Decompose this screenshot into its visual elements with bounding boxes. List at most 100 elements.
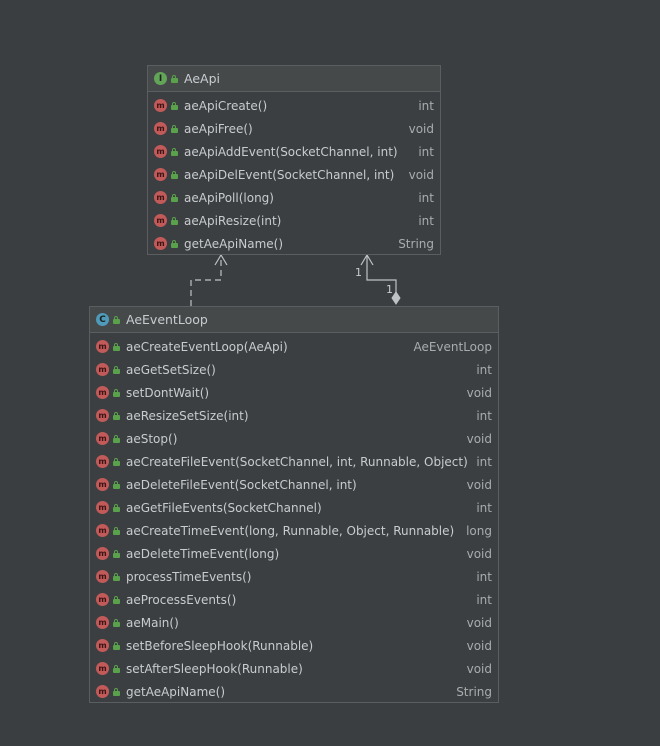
method-name: getAeApiName() bbox=[184, 236, 284, 251]
public-visibility-icon bbox=[113, 687, 120, 696]
method-return-type: String bbox=[456, 684, 492, 699]
method-return-type: int bbox=[476, 592, 492, 607]
method-name: aeApiAddEvent(SocketChannel, int) bbox=[184, 144, 398, 159]
method-row[interactable]: m aeApiAddEvent(SocketChannel, int) int bbox=[148, 140, 440, 163]
interface-icon: I bbox=[154, 72, 167, 85]
method-row[interactable]: m aeApiDelEvent(SocketChannel, int) void bbox=[148, 163, 440, 186]
method-name: processTimeEvents() bbox=[126, 569, 252, 584]
class-methods: m aeCreateEventLoop(AeApi) AeEventLoop m aeG… bbox=[90, 333, 498, 703]
class-box-aeeventloop[interactable]: C AeEventLoop m aeCreateEventLoop(AeApi) A… bbox=[89, 306, 499, 703]
method-return-type: long bbox=[466, 523, 492, 538]
method-row[interactable]: m aeCreateFileEvent(SocketChannel, int, R… bbox=[90, 450, 498, 473]
method-name: aeGetFileEvents(SocketChannel) bbox=[126, 500, 322, 515]
method-return-type: void bbox=[408, 121, 434, 136]
method-name: aeCreateEventLoop(AeApi) bbox=[126, 339, 288, 354]
method-icon: m bbox=[154, 145, 167, 158]
method-row[interactable]: m aeApiFree() void bbox=[148, 117, 440, 140]
method-row[interactable]: m aeDeleteFileEvent(SocketChannel, int) vo… bbox=[90, 473, 498, 496]
method-return-type: int bbox=[418, 144, 434, 159]
public-visibility-icon bbox=[113, 641, 120, 650]
method-icon: m bbox=[96, 409, 109, 422]
aggregation-diamond bbox=[391, 291, 401, 305]
method-row[interactable]: m aeApiCreate() int bbox=[148, 94, 440, 117]
method-icon: m bbox=[96, 593, 109, 606]
method-name: setDontWait() bbox=[126, 385, 210, 400]
method-return-type: void bbox=[408, 167, 434, 182]
method-name: aeApiPoll(long) bbox=[184, 190, 274, 205]
method-name: aeStop() bbox=[126, 431, 178, 446]
method-name: aeApiDelEvent(SocketChannel, int) bbox=[184, 167, 395, 182]
method-name: aeCreateTimeEvent(long, Runnable, Object… bbox=[126, 523, 455, 538]
method-row[interactable]: m aeGetFileEvents(SocketChannel) int bbox=[90, 496, 498, 519]
method-name: aeDeleteFileEvent(SocketChannel, int) bbox=[126, 477, 357, 492]
public-visibility-icon bbox=[113, 315, 120, 324]
multiplicity-label-target: 1 bbox=[355, 266, 362, 279]
interface-methods: m aeApiCreate() int m aeApiFree() void m aeApiA… bbox=[148, 92, 440, 255]
public-visibility-icon bbox=[113, 664, 120, 673]
method-row[interactable]: m aeCreateTimeEvent(long, Runnable, Objec… bbox=[90, 519, 498, 542]
method-row[interactable]: m getAeApiName() String bbox=[90, 680, 498, 703]
class-header: C AeEventLoop bbox=[90, 307, 498, 333]
method-icon: m bbox=[96, 432, 109, 445]
method-icon: m bbox=[154, 99, 167, 112]
multiplicity-label-source: 1 bbox=[386, 283, 393, 296]
public-visibility-icon bbox=[171, 124, 178, 133]
method-row[interactable]: m processTimeEvents() int bbox=[90, 565, 498, 588]
method-icon: m bbox=[96, 478, 109, 491]
interface-box-aeapi[interactable]: I AeApi m aeApiCreate() int m aeApiFree() voi… bbox=[147, 65, 441, 255]
public-visibility-icon bbox=[113, 549, 120, 558]
method-name: aeDeleteTimeEvent(long) bbox=[126, 546, 280, 561]
method-icon: m bbox=[154, 237, 167, 250]
method-row[interactable]: m setAfterSleepHook(Runnable) void bbox=[90, 657, 498, 680]
method-return-type: int bbox=[476, 569, 492, 584]
method-return-type: void bbox=[466, 546, 492, 561]
method-name: getAeApiName() bbox=[126, 684, 226, 699]
method-icon: m bbox=[96, 501, 109, 514]
method-return-type: void bbox=[466, 431, 492, 446]
method-row[interactable]: m aeApiPoll(long) int bbox=[148, 186, 440, 209]
method-row[interactable]: m aeStop() void bbox=[90, 427, 498, 450]
method-row[interactable]: m aeDeleteTimeEvent(long) void bbox=[90, 542, 498, 565]
method-return-type: void bbox=[466, 638, 492, 653]
method-icon: m bbox=[96, 685, 109, 698]
method-icon: m bbox=[96, 570, 109, 583]
public-visibility-icon bbox=[171, 101, 178, 110]
method-name: aeApiFree() bbox=[184, 121, 253, 136]
method-icon: m bbox=[154, 191, 167, 204]
method-icon: m bbox=[96, 340, 109, 353]
public-visibility-icon bbox=[113, 572, 120, 581]
method-row[interactable]: m aeGetSetSize() int bbox=[90, 358, 498, 381]
method-icon: m bbox=[96, 386, 109, 399]
method-name: aeResizeSetSize(int) bbox=[126, 408, 249, 423]
class-icon: C bbox=[96, 313, 109, 326]
public-visibility-icon bbox=[113, 618, 120, 627]
method-return-type: int bbox=[418, 213, 434, 228]
method-row[interactable]: m aeMain() void bbox=[90, 611, 498, 634]
public-visibility-icon bbox=[171, 239, 178, 248]
method-row[interactable]: m aeCreateEventLoop(AeApi) AeEventLoop bbox=[90, 335, 498, 358]
method-return-type: int bbox=[476, 362, 492, 377]
public-visibility-icon bbox=[171, 216, 178, 225]
method-name: setBeforeSleepHook(Runnable) bbox=[126, 638, 314, 653]
method-return-type: int bbox=[476, 500, 492, 515]
method-row[interactable]: m setBeforeSleepHook(Runnable) void bbox=[90, 634, 498, 657]
public-visibility-icon bbox=[113, 365, 120, 374]
method-name: setAfterSleepHook(Runnable) bbox=[126, 661, 303, 676]
public-visibility-icon bbox=[171, 147, 178, 156]
method-name: aeMain() bbox=[126, 615, 179, 630]
public-visibility-icon bbox=[113, 595, 120, 604]
method-return-type: void bbox=[466, 385, 492, 400]
method-row[interactable]: m aeResizeSetSize(int) int bbox=[90, 404, 498, 427]
public-visibility-icon bbox=[171, 193, 178, 202]
method-name: aeApiResize(int) bbox=[184, 213, 282, 228]
method-row[interactable]: m setDontWait() void bbox=[90, 381, 498, 404]
method-row[interactable]: m aeApiResize(int) int bbox=[148, 209, 440, 232]
method-icon: m bbox=[96, 524, 109, 537]
method-icon: m bbox=[96, 639, 109, 652]
public-visibility-icon bbox=[113, 342, 120, 351]
public-visibility-icon bbox=[171, 74, 178, 83]
method-row[interactable]: m aeProcessEvents() int bbox=[90, 588, 498, 611]
method-row[interactable]: m getAeApiName() String bbox=[148, 232, 440, 255]
method-icon: m bbox=[96, 547, 109, 560]
method-name: aeProcessEvents() bbox=[126, 592, 237, 607]
